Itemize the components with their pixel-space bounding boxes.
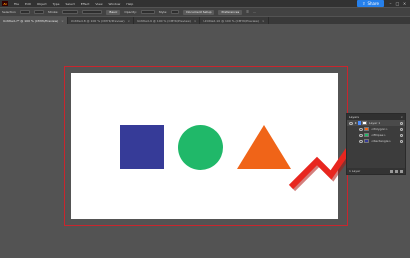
close-tab-icon[interactable]: × [194, 19, 197, 23]
arrange-icon[interactable]: ☰ [246, 10, 249, 14]
stroke-weight-field[interactable] [62, 10, 79, 14]
tab-untitled-7[interactable]: Untitled-7* @ 100 % (CMYK/Preview) × [0, 17, 68, 24]
variable-width-profile[interactable] [82, 10, 103, 14]
layer-name: <Rectangle> [371, 139, 391, 143]
delete-layer-icon[interactable] [400, 169, 403, 173]
visibility-eye-icon[interactable] [359, 139, 363, 143]
close-window-icon[interactable]: × [402, 1, 407, 6]
close-tab-icon[interactable]: × [61, 19, 64, 23]
target-icon[interactable] [400, 133, 403, 137]
layer-thumbnail [364, 133, 369, 137]
share-button[interactable]: ⇪ Share [357, 0, 384, 7]
new-sublayer-icon[interactable] [395, 169, 398, 173]
menu-object[interactable]: Object [34, 2, 50, 6]
style-label: Style: [158, 10, 168, 14]
layers-panel-title: Layers [349, 115, 359, 119]
target-icon[interactable] [400, 121, 403, 125]
layer-color-swatch [358, 121, 361, 125]
graphic-style-swatch[interactable] [171, 10, 180, 14]
tab-label: Untitled-7* @ 100 % (CMYK/Preview) [3, 18, 59, 23]
visibility-eye-icon[interactable] [359, 133, 363, 137]
document-setup-button[interactable]: Document Setup [183, 9, 215, 15]
layer-thumbnail [364, 127, 369, 131]
minimize-icon[interactable]: – [388, 1, 393, 6]
more-options-icon[interactable]: ⋯ [253, 10, 256, 14]
visibility-eye-icon[interactable] [359, 127, 363, 131]
panel-menu-icon[interactable]: × [400, 115, 403, 119]
green-circle[interactable] [178, 125, 223, 170]
stroke-swatch[interactable] [33, 10, 44, 14]
layer-count: 1 Layer [349, 169, 361, 173]
document-tabs: Untitled-7* @ 100 % (CMYK/Preview) × Unti… [0, 17, 410, 24]
layer-thumbnail [364, 139, 369, 143]
opacity-label: Opacity: [124, 10, 137, 14]
preferences-button[interactable]: Preferences [218, 9, 243, 15]
menu-effect[interactable]: Effect [78, 2, 93, 6]
tab-label: Untitled-10 @ 100 % (CMYK/Preview) [203, 18, 260, 23]
opacity-field[interactable] [140, 10, 155, 14]
tab-label: Untitled-8 @ 100 % (CMYK/Preview) [70, 18, 125, 23]
menu-window[interactable]: Window [106, 2, 124, 6]
target-icon[interactable] [400, 139, 403, 143]
control-bar: Selection Stroke: Basic Opacity: Style: … [0, 8, 410, 16]
menu-view[interactable]: View [92, 2, 105, 6]
menu-bar: Ai File Edit Object Type Select Effect V… [0, 0, 410, 7]
tab-untitled-9[interactable]: Untitled-9 @ 100 % (CMYK/Preview) × [134, 17, 201, 24]
menu-edit[interactable]: Edit [22, 2, 34, 6]
layer-name: Layer 1 [369, 121, 381, 125]
close-tab-icon[interactable]: × [128, 19, 131, 23]
selection-label: Selection [2, 10, 16, 14]
maximize-icon[interactable]: □ [395, 1, 400, 6]
share-icon: ⇪ [362, 1, 366, 6]
close-tab-icon[interactable]: × [262, 19, 265, 23]
brush-style-dropdown[interactable]: Basic [106, 9, 121, 15]
visibility-eye-icon[interactable] [349, 121, 353, 125]
menu-help[interactable]: Help [123, 2, 136, 6]
menu-select[interactable]: Select [63, 2, 78, 6]
blue-square[interactable] [120, 125, 164, 169]
layer-row-rectangle[interactable]: <Rectangle> [347, 138, 405, 144]
new-layer-icon[interactable] [390, 169, 393, 173]
tab-label: Untitled-9 @ 100 % (CMYK/Preview) [137, 18, 191, 23]
layers-panel: Layers × Layer 1 <Polygon> <Ellipse> <Re… [346, 113, 406, 175]
layers-panel-footer: 1 Layer [347, 168, 405, 174]
menu-type[interactable]: Type [50, 2, 63, 6]
layer-name: <Polygon> [371, 127, 388, 131]
layer-thumbnail [362, 121, 367, 125]
stroke-label: Stroke: [47, 10, 59, 14]
fill-swatch[interactable] [19, 10, 30, 14]
target-icon[interactable] [400, 127, 403, 131]
expand-arrow-icon[interactable] [355, 122, 357, 124]
app-logo-icon: Ai [2, 1, 8, 6]
tab-untitled-8[interactable]: Untitled-8 @ 100 % (CMYK/Preview) × [68, 17, 135, 24]
menu-file[interactable]: File [11, 2, 22, 6]
tab-untitled-10[interactable]: Untitled-10 @ 100 % (CMYK/Preview) × [200, 17, 269, 24]
layer-name: <Ellipse> [371, 133, 386, 137]
share-label: Share [367, 1, 379, 6]
